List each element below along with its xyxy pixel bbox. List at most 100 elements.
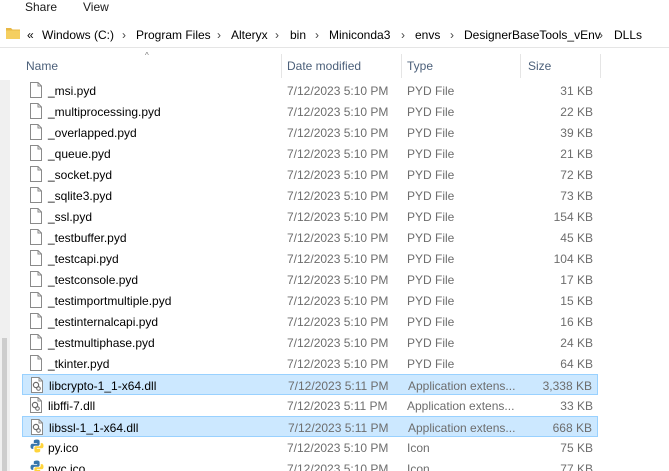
file-type: Application extens... xyxy=(408,421,516,435)
file-size: 75 KB xyxy=(560,441,593,455)
chevron-right-icon[interactable]: › xyxy=(450,28,454,42)
file-row[interactable]: libssl-1_1-x64.dll 7/12/2023 5:11 PM Appli… xyxy=(22,416,598,437)
file-name: _msi.pyd xyxy=(48,84,97,98)
file-icon xyxy=(30,145,42,161)
file-name: _testinternalcapi.pyd xyxy=(48,315,159,329)
file-name: _testconsole.pyd xyxy=(48,273,139,287)
file-date-modified: 7/12/2023 5:11 PM xyxy=(288,379,389,393)
file-row[interactable]: libffi-7.dll 7/12/2023 5:11 PM Application… xyxy=(22,395,598,416)
file-row[interactable]: _socket.pyd 7/12/2023 5:10 PM PYD File 72 K… xyxy=(22,164,598,185)
file-name: _sqlite3.pyd xyxy=(48,189,113,203)
file-row[interactable]: pyc.ico 7/12/2023 5:10 PM Icon 77 KB xyxy=(22,458,598,471)
breadcrumb-item-miniconda3[interactable]: Miniconda3 xyxy=(329,28,390,42)
file-name: _ssl.pyd xyxy=(48,210,93,224)
file-row[interactable]: _testcapi.pyd 7/12/2023 5:10 PM PYD File 10… xyxy=(22,248,598,269)
file-icon xyxy=(30,313,42,329)
file-size: 104 KB xyxy=(553,252,593,266)
tab-share[interactable]: Share xyxy=(25,0,57,14)
file-type: PYD File xyxy=(407,336,455,350)
file-date-modified: 7/12/2023 5:10 PM xyxy=(287,147,389,161)
file-row[interactable]: _tkinter.pyd 7/12/2023 5:10 PM PYD File 64 … xyxy=(22,353,598,374)
chevron-right-icon[interactable]: › xyxy=(217,28,221,42)
file-icon xyxy=(30,103,42,119)
column-header-type[interactable]: Type xyxy=(407,59,433,73)
breadcrumb-item-dlls[interactable]: DLLs xyxy=(614,28,642,42)
chevron-right-icon[interactable]: › xyxy=(401,28,405,42)
chevron-right-icon[interactable]: › xyxy=(122,28,126,42)
file-icon xyxy=(30,292,42,308)
column-divider[interactable] xyxy=(401,54,402,78)
file-name: libcrypto-1_1-x64.dll xyxy=(49,379,157,393)
file-date-modified: 7/12/2023 5:10 PM xyxy=(287,315,389,329)
file-type: Application extens... xyxy=(407,399,515,413)
file-icon xyxy=(30,355,42,371)
file-size: 73 KB xyxy=(560,189,593,203)
chevron-right-icon[interactable]: › xyxy=(599,28,603,42)
ribbon-tabs: Share View xyxy=(0,0,669,16)
column-header-name[interactable]: Name xyxy=(26,59,58,73)
column-header-date[interactable]: Date modified xyxy=(287,59,361,73)
file-type: Icon xyxy=(407,441,430,455)
file-row[interactable]: _testimportmultiple.pyd 7/12/2023 5:10 PM… xyxy=(22,290,598,311)
file-type: PYD File xyxy=(407,315,455,329)
sort-ascending-icon: ^ xyxy=(145,51,149,60)
file-date-modified: 7/12/2023 5:10 PM xyxy=(287,189,389,203)
file-row[interactable]: _msi.pyd 7/12/2023 5:10 PM PYD File 31 KB xyxy=(22,80,598,101)
file-row[interactable]: _overlapped.pyd 7/12/2023 5:10 PM PYD File… xyxy=(22,122,598,143)
file-icon xyxy=(30,334,42,350)
column-divider[interactable] xyxy=(281,54,282,78)
scrollbar-thumb[interactable] xyxy=(2,338,7,471)
file-row[interactable]: _queue.pyd 7/12/2023 5:10 PM PYD File 21 KB xyxy=(22,143,598,164)
file-row[interactable]: libcrypto-1_1-x64.dll 7/12/2023 5:11 PM Ap… xyxy=(22,374,598,395)
file-name: libffi-7.dll xyxy=(48,399,96,413)
file-row[interactable]: _sqlite3.pyd 7/12/2023 5:10 PM PYD File 73 … xyxy=(22,185,598,206)
breadcrumb-item-bin[interactable]: bin xyxy=(290,28,306,42)
tab-view[interactable]: View xyxy=(83,0,109,14)
breadcrumb-item-alteryx[interactable]: Alteryx xyxy=(231,28,268,42)
file-name: _testbuffer.pyd xyxy=(48,231,127,245)
file-name: _socket.pyd xyxy=(48,168,113,182)
chevron-right-icon[interactable]: › xyxy=(275,28,279,42)
file-type: PYD File xyxy=(407,189,455,203)
file-size: 15 KB xyxy=(560,294,593,308)
dll-icon xyxy=(30,397,42,413)
file-date-modified: 7/12/2023 5:10 PM xyxy=(287,357,389,371)
file-icon xyxy=(30,187,42,203)
file-date-modified: 7/12/2023 5:11 PM xyxy=(288,421,389,435)
file-row[interactable]: _testconsole.pyd 7/12/2023 5:10 PM PYD Fil… xyxy=(22,269,598,290)
breadcrumb-item-envs[interactable]: envs xyxy=(415,28,440,42)
file-date-modified: 7/12/2023 5:10 PM xyxy=(287,126,389,140)
file-date-modified: 7/12/2023 5:10 PM xyxy=(287,105,389,119)
file-size: 33 KB xyxy=(560,399,593,413)
breadcrumb-item-windows[interactable]: Windows (C:) xyxy=(42,28,114,42)
file-size: 72 KB xyxy=(560,168,593,182)
column-header-size[interactable]: Size xyxy=(528,59,551,73)
file-size: 31 KB xyxy=(560,84,593,98)
file-icon xyxy=(30,250,42,266)
file-type: PYD File xyxy=(407,273,455,287)
file-row[interactable]: _ssl.pyd 7/12/2023 5:10 PM PYD File 154 KB xyxy=(22,206,598,227)
navigation-pane-scrollbar[interactable] xyxy=(0,80,10,471)
folder-icon xyxy=(6,28,20,39)
address-bar[interactable]: « Windows (C:) › Program Files › Alteryx… xyxy=(0,22,669,48)
file-name: _overlapped.pyd xyxy=(48,126,137,140)
file-date-modified: 7/12/2023 5:11 PM xyxy=(287,399,388,413)
breadcrumb-overflow[interactable]: « xyxy=(27,28,34,42)
file-size: 16 KB xyxy=(560,315,593,329)
file-date-modified: 7/12/2023 5:10 PM xyxy=(287,294,389,308)
file-row[interactable]: _testinternalcapi.pyd 7/12/2023 5:10 PM PY… xyxy=(22,311,598,332)
file-row[interactable]: _multiprocessing.pyd 7/12/2023 5:10 PM PYD… xyxy=(22,101,598,122)
file-size: 64 KB xyxy=(560,357,593,371)
file-row[interactable]: _testbuffer.pyd 7/12/2023 5:10 PM PYD File… xyxy=(22,227,598,248)
column-divider[interactable] xyxy=(520,54,521,78)
file-size: 22 KB xyxy=(560,105,593,119)
column-divider[interactable] xyxy=(600,54,601,78)
file-icon xyxy=(30,166,42,182)
file-row[interactable]: py.ico 7/12/2023 5:10 PM Icon 75 KB xyxy=(22,437,598,458)
file-type: PYD File xyxy=(407,147,455,161)
chevron-right-icon[interactable]: › xyxy=(315,28,319,42)
file-size: 45 KB xyxy=(560,231,593,245)
breadcrumb-item-program-files[interactable]: Program Files xyxy=(136,28,211,42)
file-row[interactable]: _testmultiphase.pyd 7/12/2023 5:10 PM PYD … xyxy=(22,332,598,353)
breadcrumb-item-designerbasetools[interactable]: DesignerBaseTools_vEnv xyxy=(464,28,601,42)
